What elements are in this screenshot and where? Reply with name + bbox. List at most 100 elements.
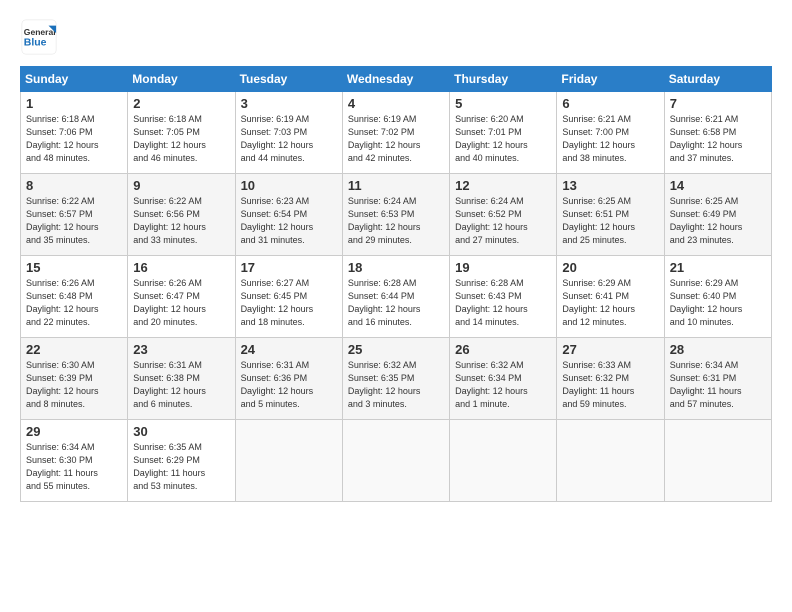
calendar-day-cell: 16 Sunrise: 6:26 AM Sunset: 6:47 PM Dayli… [128,256,235,338]
day-number: 7 [670,96,766,111]
calendar-day-cell: 23Sunrise: 6:31 AM Sunset: 6:38 PM Dayli… [128,338,235,420]
calendar-day-cell: 6 Sunrise: 6:21 AM Sunset: 7:00 PM Daylig… [557,92,664,174]
day-number: 17 [241,260,337,275]
calendar-day-cell: 24 Sunrise: 6:31 AM Sunset: 6:36 PM Dayli… [235,338,342,420]
day-info: Sunrise: 6:18 AM Sunset: 7:06 PM Dayligh… [26,113,122,165]
day-info: Sunrise: 6:25 AM Sunset: 6:51 PM Dayligh… [562,195,658,247]
day-number: 1 [26,96,122,111]
calendar-day-cell: 30 Sunrise: 6:35 AM Sunset: 6:29 PM Dayli… [128,420,235,502]
day-number: 15 [26,260,122,275]
day-number: 5 [455,96,551,111]
calendar-week-row: 1 Sunrise: 6:18 AM Sunset: 7:06 PM Daylig… [21,92,772,174]
day-number: 3 [241,96,337,111]
calendar-day-cell: 15Sunrise: 6:26 AM Sunset: 6:48 PM Dayli… [21,256,128,338]
calendar-day-cell: 29 Sunrise: 6:34 AM Sunset: 6:30 PM Dayli… [21,420,128,502]
svg-text:Blue: Blue [24,38,47,49]
calendar-day-cell: 5 Sunrise: 6:20 AM Sunset: 7:01 PM Daylig… [450,92,557,174]
calendar-day-cell: 14 Sunrise: 6:25 AM Sunset: 6:49 PM Dayli… [664,174,771,256]
header: General Blue [20,18,772,56]
day-number: 9 [133,178,229,193]
day-info: Sunrise: 6:31 AM Sunset: 6:36 PM Dayligh… [241,359,337,411]
day-info: Sunrise: 6:28 AM Sunset: 6:43 PM Dayligh… [455,277,551,329]
day-number: 4 [348,96,444,111]
day-number: 10 [241,178,337,193]
calendar-page: General Blue SundayMondayTuesdayWednesda… [0,0,792,612]
day-number: 2 [133,96,229,111]
calendar-day-cell: 8 Sunrise: 6:22 AM Sunset: 6:57 PM Daylig… [21,174,128,256]
calendar-day-cell: 10 Sunrise: 6:23 AM Sunset: 6:54 PM Dayli… [235,174,342,256]
calendar-day-cell [450,420,557,502]
day-info: Sunrise: 6:34 AM Sunset: 6:31 PM Dayligh… [670,359,766,411]
calendar-day-cell: 19 Sunrise: 6:28 AM Sunset: 6:43 PM Dayli… [450,256,557,338]
day-info: Sunrise: 6:31 AM Sunset: 6:38 PM Dayligh… [133,359,229,411]
day-number: 12 [455,178,551,193]
weekday-header-cell: Sunday [21,67,128,92]
calendar-day-cell: 17Sunrise: 6:27 AM Sunset: 6:45 PM Dayli… [235,256,342,338]
day-info: Sunrise: 6:34 AM Sunset: 6:30 PM Dayligh… [26,441,122,493]
day-number: 8 [26,178,122,193]
day-number: 25 [348,342,444,357]
weekday-header-cell: Saturday [664,67,771,92]
day-number: 20 [562,260,658,275]
day-info: Sunrise: 6:24 AM Sunset: 6:52 PM Dayligh… [455,195,551,247]
logo-icon: General Blue [20,18,58,56]
day-info: Sunrise: 6:29 AM Sunset: 6:41 PM Dayligh… [562,277,658,329]
day-info: Sunrise: 6:22 AM Sunset: 6:57 PM Dayligh… [26,195,122,247]
day-info: Sunrise: 6:24 AM Sunset: 6:53 PM Dayligh… [348,195,444,247]
day-info: Sunrise: 6:30 AM Sunset: 6:39 PM Dayligh… [26,359,122,411]
calendar-week-row: 22 Sunrise: 6:30 AM Sunset: 6:39 PM Dayli… [21,338,772,420]
calendar-week-row: 29 Sunrise: 6:34 AM Sunset: 6:30 PM Dayli… [21,420,772,502]
day-info: Sunrise: 6:25 AM Sunset: 6:49 PM Dayligh… [670,195,766,247]
calendar-day-cell: 20 Sunrise: 6:29 AM Sunset: 6:41 PM Dayli… [557,256,664,338]
day-number: 6 [562,96,658,111]
calendar-day-cell [557,420,664,502]
day-number: 30 [133,424,229,439]
day-info: Sunrise: 6:19 AM Sunset: 7:02 PM Dayligh… [348,113,444,165]
calendar-day-cell: 2 Sunrise: 6:18 AM Sunset: 7:05 PM Daylig… [128,92,235,174]
day-number: 18 [348,260,444,275]
day-info: Sunrise: 6:21 AM Sunset: 6:58 PM Dayligh… [670,113,766,165]
calendar-week-row: 8 Sunrise: 6:22 AM Sunset: 6:57 PM Daylig… [21,174,772,256]
calendar-day-cell: 27 Sunrise: 6:33 AM Sunset: 6:32 PM Dayli… [557,338,664,420]
calendar-day-cell: 7 Sunrise: 6:21 AM Sunset: 6:58 PM Daylig… [664,92,771,174]
weekday-header-row: SundayMondayTuesdayWednesdayThursdayFrid… [21,67,772,92]
weekday-header-cell: Tuesday [235,67,342,92]
day-info: Sunrise: 6:21 AM Sunset: 7:00 PM Dayligh… [562,113,658,165]
day-number: 21 [670,260,766,275]
calendar-week-row: 15Sunrise: 6:26 AM Sunset: 6:48 PM Dayli… [21,256,772,338]
day-number: 14 [670,178,766,193]
calendar-day-cell: 1 Sunrise: 6:18 AM Sunset: 7:06 PM Daylig… [21,92,128,174]
weekday-header-cell: Friday [557,67,664,92]
day-number: 28 [670,342,766,357]
calendar-day-cell: 18 Sunrise: 6:28 AM Sunset: 6:44 PM Dayli… [342,256,449,338]
calendar-day-cell [235,420,342,502]
calendar-day-cell: 3Sunrise: 6:19 AM Sunset: 7:03 PM Daylig… [235,92,342,174]
day-number: 26 [455,342,551,357]
day-number: 16 [133,260,229,275]
day-info: Sunrise: 6:32 AM Sunset: 6:34 PM Dayligh… [455,359,551,411]
day-number: 19 [455,260,551,275]
day-info: Sunrise: 6:23 AM Sunset: 6:54 PM Dayligh… [241,195,337,247]
calendar-day-cell: 26 Sunrise: 6:32 AM Sunset: 6:34 PM Dayli… [450,338,557,420]
weekday-header-cell: Wednesday [342,67,449,92]
day-number: 11 [348,178,444,193]
calendar-day-cell: 21 Sunrise: 6:29 AM Sunset: 6:40 PM Dayli… [664,256,771,338]
calendar-table: SundayMondayTuesdayWednesdayThursdayFrid… [20,66,772,502]
day-info: Sunrise: 6:33 AM Sunset: 6:32 PM Dayligh… [562,359,658,411]
day-number: 24 [241,342,337,357]
day-info: Sunrise: 6:26 AM Sunset: 6:47 PM Dayligh… [133,277,229,329]
day-info: Sunrise: 6:35 AM Sunset: 6:29 PM Dayligh… [133,441,229,493]
calendar-day-cell: 28 Sunrise: 6:34 AM Sunset: 6:31 PM Dayli… [664,338,771,420]
day-info: Sunrise: 6:20 AM Sunset: 7:01 PM Dayligh… [455,113,551,165]
calendar-day-cell [342,420,449,502]
day-info: Sunrise: 6:28 AM Sunset: 6:44 PM Dayligh… [348,277,444,329]
day-number: 27 [562,342,658,357]
calendar-day-cell: 11 Sunrise: 6:24 AM Sunset: 6:53 PM Dayli… [342,174,449,256]
day-number: 22 [26,342,122,357]
calendar-day-cell: 9Sunrise: 6:22 AM Sunset: 6:56 PM Daylig… [128,174,235,256]
day-info: Sunrise: 6:18 AM Sunset: 7:05 PM Dayligh… [133,113,229,165]
day-info: Sunrise: 6:29 AM Sunset: 6:40 PM Dayligh… [670,277,766,329]
calendar-day-cell: 22 Sunrise: 6:30 AM Sunset: 6:39 PM Dayli… [21,338,128,420]
day-number: 13 [562,178,658,193]
day-number: 29 [26,424,122,439]
